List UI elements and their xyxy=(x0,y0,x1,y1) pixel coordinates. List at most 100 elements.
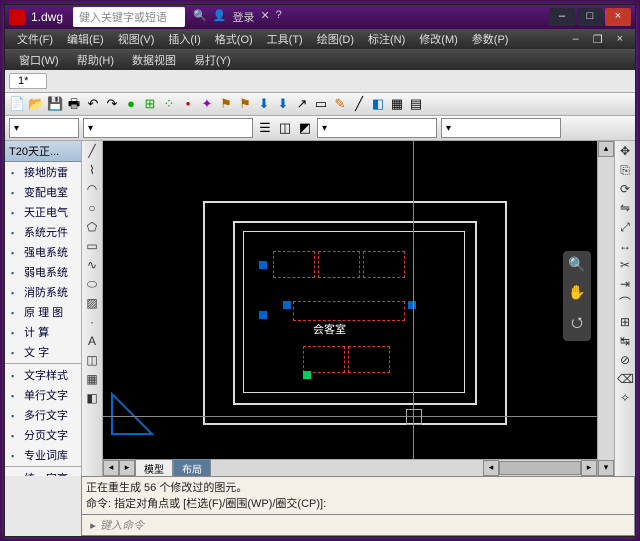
stretch-icon[interactable]: ↔ xyxy=(617,238,633,254)
offset-icon[interactable]: ↹ xyxy=(617,333,633,349)
menu-help[interactable]: 帮助(H) xyxy=(69,50,122,70)
h-scrollbar[interactable] xyxy=(499,461,581,475)
open-icon[interactable]: 📂 xyxy=(28,96,44,112)
point-tool-icon[interactable]: · xyxy=(84,314,100,330)
command-input[interactable]: ▸ 键入命令 xyxy=(81,515,635,536)
side-header[interactable]: T20天正... xyxy=(5,141,81,162)
flag2-icon[interactable]: ⚑ xyxy=(237,96,253,112)
arrow-icon[interactable]: ↗ xyxy=(294,96,310,112)
menu-print[interactable]: 易打(Y) xyxy=(186,50,239,70)
line-tool-icon[interactable]: ╱ xyxy=(84,143,100,159)
copy-icon[interactable]: ⎘ xyxy=(617,162,633,178)
menu-dim[interactable]: 标注(N) xyxy=(362,29,411,49)
help-icon[interactable]: ? xyxy=(276,9,282,25)
menu-edit[interactable]: 编辑(E) xyxy=(61,29,110,49)
polygon-tool-icon[interactable]: ⬠ xyxy=(84,219,100,235)
side-item[interactable]: ▪ 分页文字 xyxy=(5,425,81,445)
block-tool-icon[interactable]: ◫ xyxy=(84,352,100,368)
menu-window[interactable]: 窗口(W) xyxy=(11,50,67,70)
menu-param[interactable]: 参数(P) xyxy=(466,29,515,49)
tool3-icon[interactable]: ▤ xyxy=(408,96,424,112)
save-icon[interactable]: 💾 xyxy=(47,96,63,112)
grid-icon[interactable]: ⊞ xyxy=(142,96,158,112)
mdi-close-icon[interactable]: × xyxy=(611,31,629,48)
side-item[interactable]: ▪ 多行文字 xyxy=(5,405,81,425)
explode-icon[interactable]: ✧ xyxy=(617,390,633,406)
arc-tool-icon[interactable]: ◠ xyxy=(84,181,100,197)
side-item[interactable]: ▪ 弱电系统 xyxy=(5,262,81,282)
menu-modify[interactable]: 修改(M) xyxy=(413,29,464,49)
tab-prev-icon[interactable]: ◂ xyxy=(103,460,119,476)
erase-icon[interactable]: ⌫ xyxy=(617,371,633,387)
layer-icon[interactable]: ☰ xyxy=(257,120,273,136)
extend-icon[interactable]: ⇥ xyxy=(617,276,633,292)
side-item[interactable]: ▪ 变配电室 xyxy=(5,182,81,202)
array-icon[interactable]: ⊞ xyxy=(617,314,633,330)
menu-draw[interactable]: 绘图(D) xyxy=(311,29,360,49)
side-item[interactable]: ▪ 消防系统 xyxy=(5,282,81,302)
search-icon[interactable]: 🔍 xyxy=(193,9,207,25)
side-item[interactable]: ▪ 系统元件 xyxy=(5,222,81,242)
grip[interactable] xyxy=(259,261,267,269)
trim-icon[interactable]: ✂ xyxy=(617,257,633,273)
text-tool-icon[interactable]: A xyxy=(84,333,100,349)
grip[interactable] xyxy=(283,301,291,309)
move-icon[interactable]: ✥ xyxy=(617,143,633,159)
layeriso-icon[interactable]: ◫ xyxy=(277,120,293,136)
color-combo[interactable]: ▾ xyxy=(9,118,79,138)
polyline-tool-icon[interactable]: ⌇ xyxy=(84,162,100,178)
linetype-combo[interactable]: ▾ xyxy=(317,118,437,138)
v-scrollbar[interactable]: ▴ ▾ xyxy=(597,141,614,476)
hatch-tool-icon[interactable]: ▨ xyxy=(84,295,100,311)
menu-format[interactable]: 格式(O) xyxy=(209,29,259,49)
side-item[interactable]: ▪ 专业词库 xyxy=(5,445,81,465)
nav-bar[interactable]: 🔍 ✋ ⭯ xyxy=(563,251,591,341)
search-input[interactable]: 健入关键字或短语 xyxy=(73,7,185,27)
side-item[interactable]: ▪ 计 算 xyxy=(5,322,81,342)
grip[interactable] xyxy=(408,301,416,309)
layout-tab[interactable]: 布局 xyxy=(173,459,211,478)
fillet-icon[interactable]: ⌒ xyxy=(617,295,633,311)
pin1-icon[interactable]: ⬇ xyxy=(256,96,272,112)
print-icon[interactable]: 🖶 xyxy=(66,96,82,112)
point-icon[interactable]: • xyxy=(180,96,196,112)
lineweight-combo[interactable]: ▾ xyxy=(441,118,561,138)
layer-combo[interactable]: ▾ xyxy=(83,118,253,138)
new-icon[interactable]: 📄 xyxy=(9,96,25,112)
scroll-right-icon[interactable]: ▸ xyxy=(581,460,597,476)
grip[interactable] xyxy=(303,371,311,379)
mdi-restore-icon[interactable]: ❐ xyxy=(587,31,609,48)
tool1-icon[interactable]: ◧ xyxy=(370,96,386,112)
rect-tool-icon[interactable]: ▭ xyxy=(84,238,100,254)
scroll-left-icon[interactable]: ◂ xyxy=(483,460,499,476)
select-icon[interactable]: ▭ xyxy=(313,96,329,112)
zoom-icon[interactable]: 🔍 xyxy=(568,256,585,273)
side-item[interactable]: ▪ 单行文字 xyxy=(5,385,81,405)
menu-view[interactable]: 视图(V) xyxy=(112,29,161,49)
scroll-up-icon[interactable]: ▴ xyxy=(598,141,614,157)
exchange-icon[interactable]: ✕ xyxy=(260,9,269,25)
close-button[interactable]: × xyxy=(605,8,631,26)
region-tool-icon[interactable]: ◧ xyxy=(84,390,100,406)
star-icon[interactable]: ✦ xyxy=(199,96,215,112)
pan-icon[interactable]: ✋ xyxy=(568,284,585,301)
dots-icon[interactable]: ⁘ xyxy=(161,96,177,112)
grip[interactable] xyxy=(259,311,267,319)
side-item[interactable]: ▪ 文 字 xyxy=(5,342,81,362)
maximize-button[interactable]: □ xyxy=(577,8,603,26)
flag1-icon[interactable]: ⚑ xyxy=(218,96,234,112)
mdi-min-icon[interactable]: – xyxy=(567,31,585,48)
menu-file[interactable]: 文件(F) xyxy=(11,29,59,49)
rotate-icon[interactable]: ⟳ xyxy=(617,181,633,197)
login-link[interactable]: 登录 xyxy=(232,9,254,25)
circle-tool-icon[interactable]: ○ xyxy=(84,200,100,216)
scroll-down-icon[interactable]: ▾ xyxy=(598,460,614,476)
menu-data[interactable]: 数据视图 xyxy=(124,50,184,70)
side-item[interactable]: ▪ 文字样式 xyxy=(5,365,81,385)
brush-icon[interactable]: ✎ xyxy=(332,96,348,112)
model-tab[interactable]: 模型 xyxy=(135,459,173,478)
drawing-canvas[interactable]: 会客室 🔍 ✋ ⭯ xyxy=(103,141,597,459)
table-tool-icon[interactable]: ▦ xyxy=(84,371,100,387)
pin2-icon[interactable]: ⬇ xyxy=(275,96,291,112)
ellipse-tool-icon[interactable]: ⬭ xyxy=(84,276,100,292)
